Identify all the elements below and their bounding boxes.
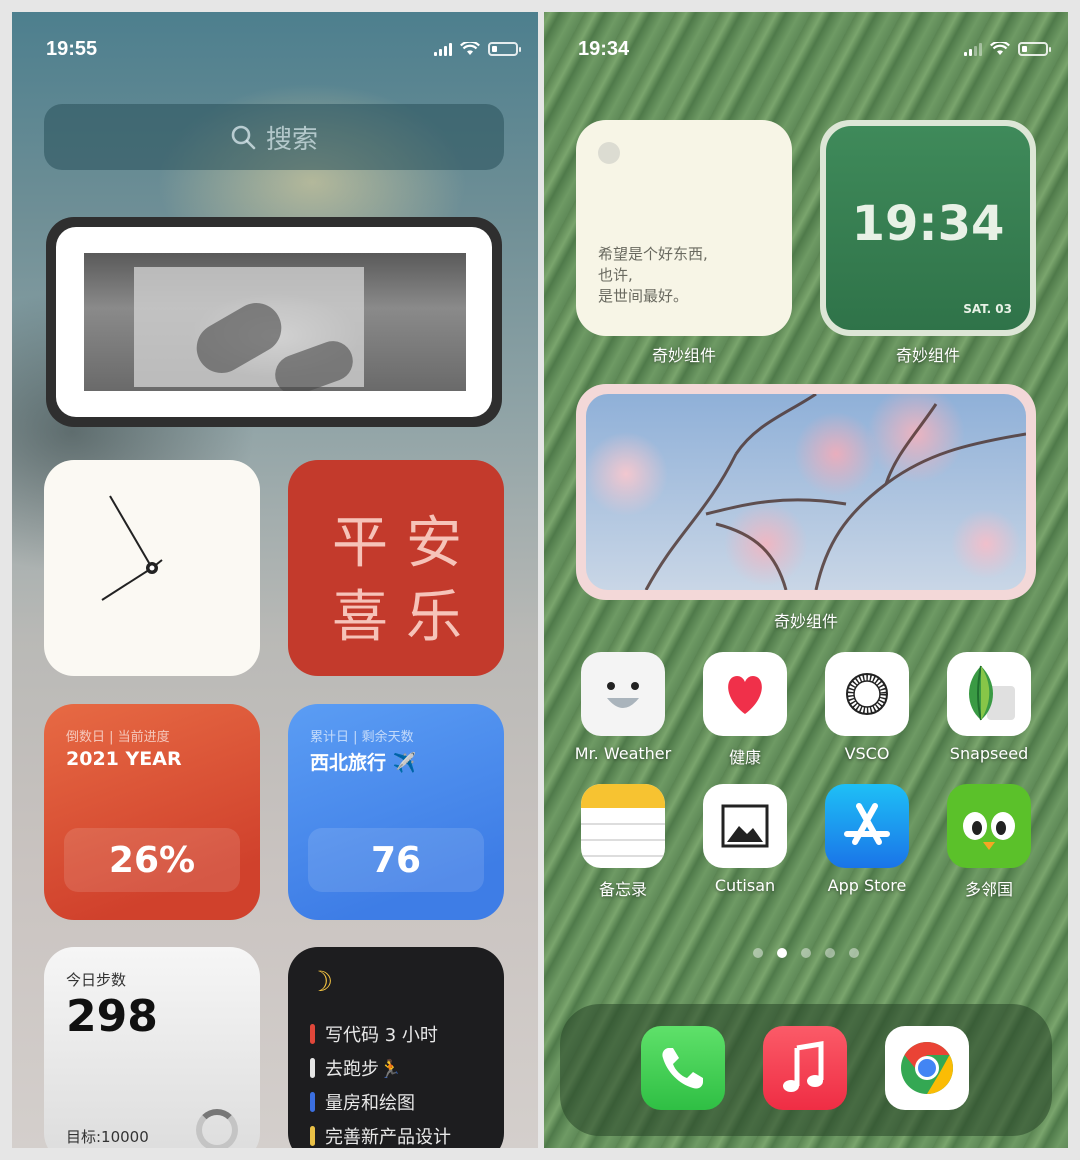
- cellular-signal-icon: [964, 42, 982, 56]
- search-icon: [231, 125, 256, 150]
- wifi-icon: [460, 42, 480, 55]
- steps-goal: 目标:10000: [66, 1128, 149, 1146]
- quote-widget[interactable]: 希望是个好东西, 也许, 是世间最好。: [576, 120, 792, 336]
- app-phone[interactable]: [640, 1026, 726, 1110]
- peace-joy-widget[interactable]: 平安 喜乐: [288, 460, 504, 676]
- app-label: 多邻国: [964, 880, 1013, 899]
- app-duolingo[interactable]: 多邻国: [946, 784, 1032, 900]
- widget-subtitle: 累计日 | 剩余天数: [310, 730, 414, 745]
- list-item: 完善新产品设计: [310, 1119, 451, 1148]
- app-cutisan[interactable]: Cutisan: [702, 784, 788, 895]
- peace-line-2: 喜乐: [332, 585, 480, 650]
- weather-face-icon: [581, 652, 665, 736]
- heart-icon: [703, 652, 787, 736]
- app-health[interactable]: 健康: [702, 652, 788, 768]
- chrome-icon: [885, 1026, 969, 1110]
- app-snapseed[interactable]: Snapseed: [946, 652, 1032, 763]
- trip-countdown-widget[interactable]: 累计日 | 剩余天数 西北旅行 ✈️ 76: [288, 704, 504, 920]
- app-app-store[interactable]: App Store: [824, 784, 910, 895]
- page-dot[interactable]: [801, 948, 811, 958]
- moon-icon: ☽: [308, 965, 334, 998]
- steps-widget[interactable]: 今日步数 298 目标:10000: [44, 947, 260, 1148]
- widget-label: 奇妙组件: [895, 346, 960, 365]
- app-notes[interactable]: 备忘录: [580, 784, 666, 900]
- widget-title: 西北旅行 ✈️: [310, 752, 417, 774]
- wifi-icon: [990, 42, 1010, 55]
- status-time: 19:34: [578, 38, 630, 60]
- page-dot[interactable]: [825, 948, 835, 958]
- status-time: 19:55: [46, 38, 98, 60]
- app-label: Cutisan: [714, 876, 776, 895]
- cherry-blossom-image: [586, 394, 1026, 590]
- page-dot[interactable]: [849, 948, 859, 958]
- widget-label: 奇妙组件: [773, 612, 838, 631]
- digital-clock-widget[interactable]: 19:34 SAT. 03: [820, 120, 1036, 336]
- list-item: 去跑步🏃: [310, 1051, 451, 1085]
- app-mr-weather[interactable]: Mr. Weather: [575, 652, 671, 763]
- widget-subtitle: 倒数日 | 当前进度: [66, 730, 170, 745]
- steps-value: 298: [66, 991, 158, 1042]
- steps-label: 今日步数: [66, 971, 127, 989]
- progress-ring-icon: [196, 1109, 238, 1148]
- left-home-screen: 19:55 搜索 平安 喜乐 倒数日 | 当前进度 2021 YEAR 26% …: [12, 12, 538, 1148]
- todo-widget[interactable]: ☽ 写代码 3 小时 去跑步🏃 量房和绘图 完善新产品设计: [288, 947, 504, 1148]
- mountain-image-icon: [703, 784, 787, 868]
- list-item: 量房和绘图: [310, 1085, 451, 1119]
- days-value: 76: [308, 828, 484, 892]
- photo-widget[interactable]: [46, 217, 502, 427]
- list-item: 写代码 3 小时: [310, 1017, 451, 1051]
- dock: [560, 1004, 1052, 1136]
- page-dot-active[interactable]: [777, 948, 787, 958]
- todo-list: 写代码 3 小时 去跑步🏃 量房和绘图 完善新产品设计: [310, 1017, 451, 1148]
- page-indicator[interactable]: [544, 948, 1068, 958]
- app-label: Snapseed: [949, 744, 1029, 763]
- widget-label: 奇妙组件: [651, 346, 716, 365]
- dot-icon: [598, 142, 620, 164]
- branches: [644, 394, 1026, 590]
- app-label: Mr. Weather: [574, 744, 672, 763]
- battery-icon: [488, 42, 521, 56]
- duolingo-owl-icon: [947, 784, 1031, 868]
- widget-title: 2021 YEAR: [66, 748, 182, 770]
- cellular-signal-icon: [434, 42, 452, 56]
- vsco-ring-icon: [825, 652, 909, 736]
- photo-image: [84, 253, 466, 391]
- notes-icon: [581, 784, 665, 868]
- snapseed-leaf-icon: [947, 652, 1031, 736]
- app-label: VSCO: [844, 744, 890, 763]
- photo-widget[interactable]: [576, 384, 1036, 600]
- page-dot[interactable]: [753, 948, 763, 958]
- clock-time: 19:34: [851, 196, 1005, 252]
- app-store-icon: [825, 784, 909, 868]
- analog-clock-widget[interactable]: [44, 460, 260, 676]
- clock-date: SAT. 03: [963, 302, 1012, 316]
- progress-value: 26%: [64, 828, 240, 892]
- app-label: 备忘录: [598, 880, 647, 899]
- music-icon: [763, 1026, 847, 1110]
- app-chrome[interactable]: [884, 1026, 970, 1110]
- phone-icon: [641, 1026, 725, 1110]
- year-progress-widget[interactable]: 倒数日 | 当前进度 2021 YEAR 26%: [44, 704, 260, 920]
- app-music[interactable]: [762, 1026, 848, 1110]
- clock-face: [101, 495, 163, 601]
- right-home-screen: 19:34 希望是个好东西, 也许, 是世间最好。 奇妙组件 19:34 SAT…: [544, 12, 1068, 1148]
- app-label: 健康: [728, 748, 761, 767]
- app-vsco[interactable]: VSCO: [824, 652, 910, 763]
- quote-text: 希望是个好东西, 也许, 是世间最好。: [598, 245, 708, 305]
- search-input[interactable]: 搜索: [44, 104, 504, 170]
- search-placeholder: 搜索: [265, 124, 318, 155]
- battery-icon: [1018, 42, 1051, 56]
- status-bar: 19:55: [46, 38, 521, 64]
- status-bar: 19:34: [578, 38, 1051, 64]
- app-label: App Store: [827, 876, 907, 895]
- peace-line-1: 平安: [332, 511, 480, 576]
